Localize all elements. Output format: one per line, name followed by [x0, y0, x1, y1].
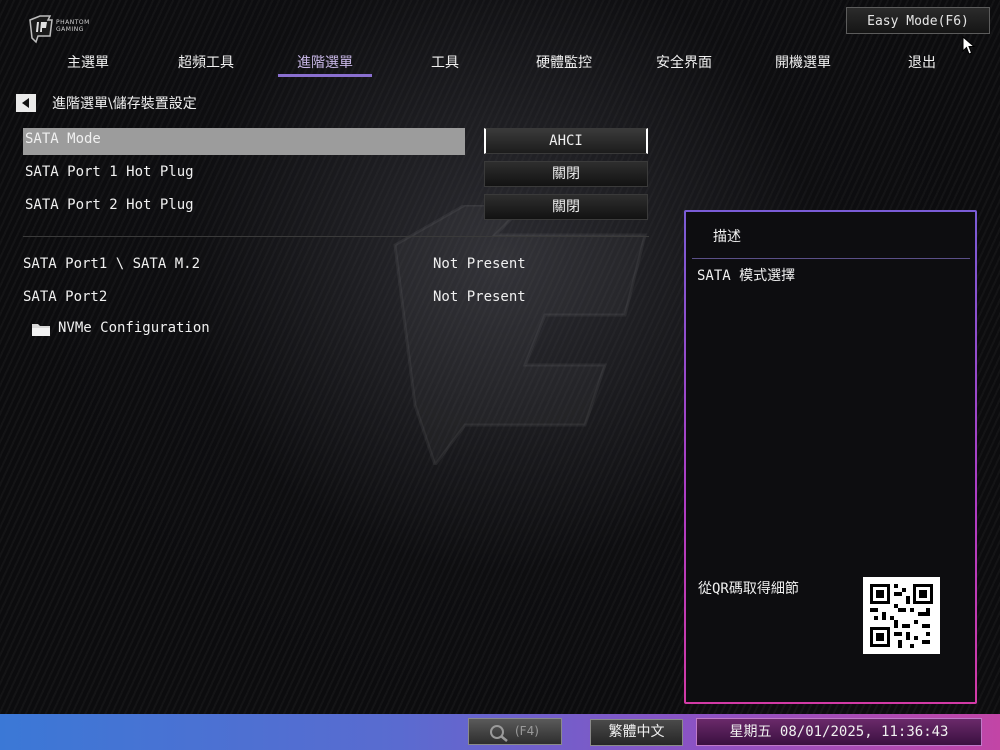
easy-mode-button[interactable]: Easy Mode(F6)	[846, 7, 990, 34]
info-value-sata-port1: Not Present	[433, 256, 526, 272]
description-title: 描述	[713, 229, 741, 245]
back-button[interactable]	[16, 94, 36, 112]
tab-boot[interactable]: 開機選單	[771, 52, 835, 72]
language-button[interactable]: 繁體中文	[590, 719, 683, 746]
port1-hotplug-value-button[interactable]: 關閉	[484, 161, 648, 187]
info-label-sata-port2: SATA Port2	[23, 289, 108, 305]
tab-hw-monitor[interactable]: 硬體監控	[532, 52, 596, 72]
qr-code-label: 從QR碼取得細節	[698, 581, 799, 597]
breadcrumb: 進階選單\儲存裝置設定	[52, 96, 197, 112]
tab-exit[interactable]: 退出	[904, 52, 940, 72]
tab-advanced[interactable]: 進階選單	[292, 52, 358, 72]
search-button[interactable]: (F4)	[468, 718, 562, 745]
main-tabs: 主選單 超頻工具 進階選單 工具 硬體監控 安全界面 開機選單 退出	[0, 44, 1000, 80]
phantom-gaming-watermark	[393, 205, 647, 465]
description-divider	[692, 258, 970, 259]
port2-hotplug-value-button[interactable]: 關閉	[484, 194, 648, 220]
search-shortcut-label: (F4)	[515, 724, 539, 738]
tab-oc-tweaker[interactable]: 超頻工具	[174, 52, 238, 72]
tab-security[interactable]: 安全界面	[652, 52, 716, 72]
search-icon	[490, 725, 508, 742]
qr-code-icon[interactable]	[863, 577, 940, 654]
setting-label-port1-hotplug[interactable]: SATA Port 1 Hot Plug	[25, 164, 194, 180]
setting-label-port2-hotplug[interactable]: SATA Port 2 Hot Plug	[25, 197, 194, 213]
nvme-configuration-submenu[interactable]: NVMe Configuration	[58, 320, 210, 336]
description-text: SATA 模式選擇	[697, 268, 796, 284]
info-value-sata-port2: Not Present	[433, 289, 526, 305]
logo-text: PHANTOM GAMING	[56, 19, 90, 33]
datetime-display: 星期五 08/01/2025, 11:36:43	[696, 718, 982, 746]
section-divider	[23, 236, 649, 237]
tab-tool[interactable]: 工具	[428, 52, 462, 72]
sata-mode-value-button[interactable]: AHCI	[484, 128, 648, 154]
back-arrow-icon	[22, 98, 29, 108]
tab-main[interactable]: 主選單	[62, 52, 114, 72]
active-tab-indicator	[278, 74, 372, 77]
folder-icon	[32, 324, 50, 336]
info-label-sata-port1: SATA Port1 \ SATA M.2	[23, 256, 201, 272]
setting-label-sata-mode[interactable]: SATA Mode	[25, 131, 101, 147]
